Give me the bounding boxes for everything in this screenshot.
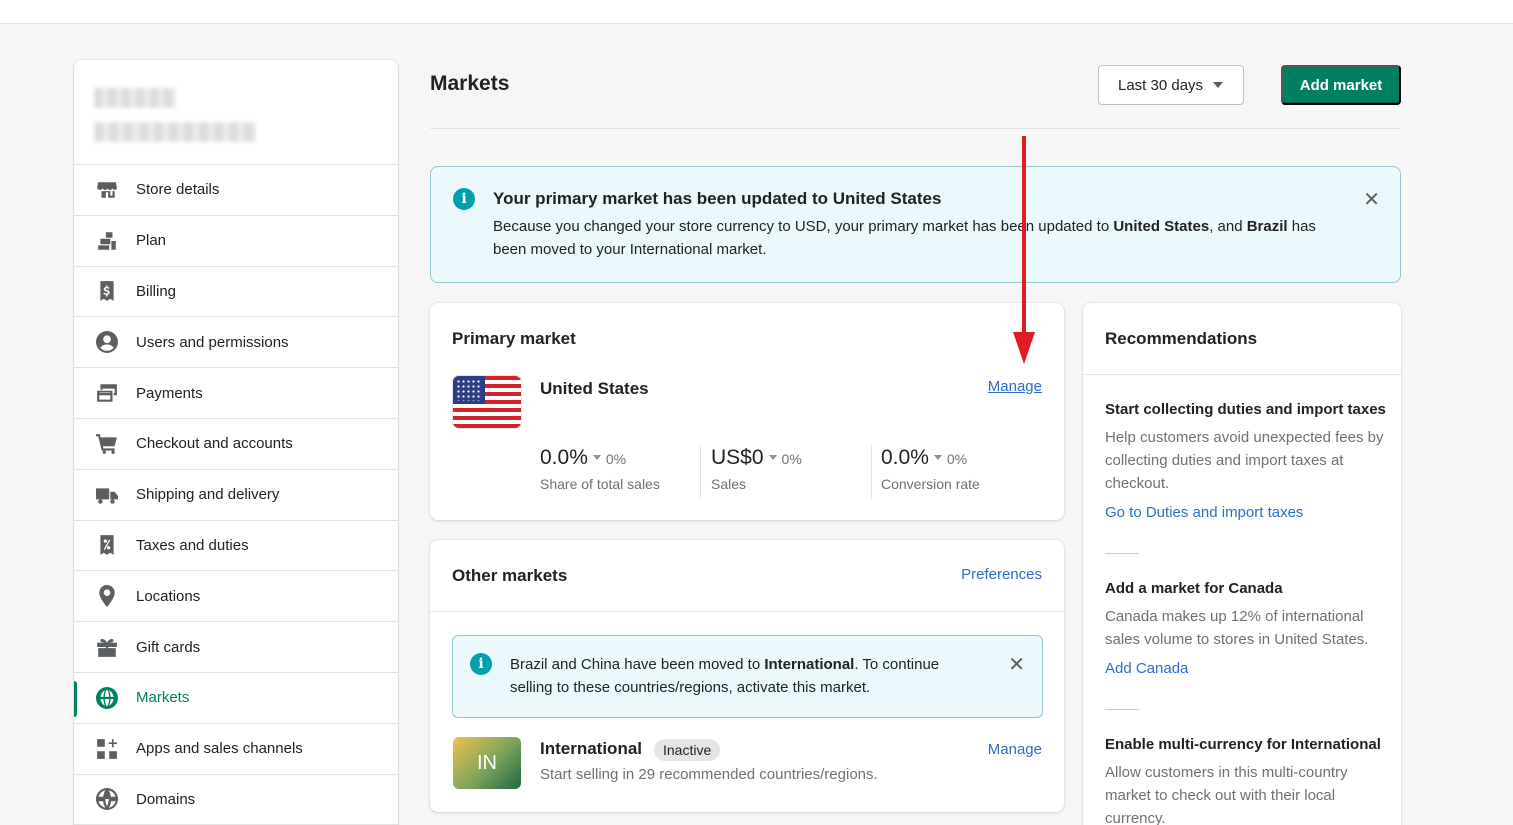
sidebar-item-locations[interactable]: Locations bbox=[74, 571, 398, 623]
sidebar-item-gift-cards[interactable]: Gift cards bbox=[74, 622, 398, 673]
sidebar-item-label: Locations bbox=[136, 587, 201, 605]
banner-title: Your primary market has been updated to … bbox=[493, 189, 942, 208]
market-subtitle: Start selling in 29 recommended countrie… bbox=[540, 766, 878, 783]
manage-international-link[interactable]: Manage bbox=[988, 741, 1042, 758]
metric-divider bbox=[871, 445, 872, 499]
sidebar-item-taxes[interactable]: Taxes and duties bbox=[74, 521, 398, 572]
recommendation-divider bbox=[1105, 709, 1139, 710]
other-markets-card: Other markets Preferences i Brazil and C… bbox=[430, 540, 1064, 812]
billing-icon bbox=[95, 279, 119, 303]
sidebar-item-label: Users and permissions bbox=[136, 333, 289, 351]
sidebar-item-label: Taxes and duties bbox=[136, 536, 249, 554]
top-bar bbox=[0, 0, 1513, 24]
sidebar-item-label: Shipping and delivery bbox=[136, 486, 280, 504]
payments-icon bbox=[95, 381, 119, 405]
sidebar-item-domains[interactable]: Domains bbox=[74, 775, 398, 825]
status-badge: Inactive bbox=[654, 739, 721, 761]
sidebar-item-plan[interactable]: Plan bbox=[74, 216, 398, 267]
redacted-store-name bbox=[94, 88, 176, 108]
metric-sales: US$0 0% Sales bbox=[711, 446, 802, 492]
notice-text: Brazil and China have been moved to Inte… bbox=[510, 656, 940, 696]
primary-market-card: Primary market United States Manage 0.0%… bbox=[430, 303, 1064, 520]
recommendations-card: Recommendations Start collecting duties … bbox=[1083, 303, 1401, 825]
gift-icon bbox=[95, 635, 119, 659]
caret-down-icon bbox=[1213, 82, 1224, 88]
primary-market-updated-banner: i Your primary market has been updated t… bbox=[430, 166, 1401, 283]
sidebar-item-checkout[interactable]: Checkout and accounts bbox=[74, 419, 398, 470]
settings-sidebar: Store details Plan Billing Users and per… bbox=[74, 60, 398, 825]
sidebar-item-payments[interactable]: Payments bbox=[74, 368, 398, 419]
add-canada-link[interactable]: Add Canada bbox=[1105, 660, 1390, 677]
user-icon bbox=[95, 330, 119, 354]
international-market-badge: IN bbox=[453, 737, 521, 789]
primary-country-name: United States bbox=[540, 379, 649, 398]
recommendation-text: Help customers avoid unexpected fees by … bbox=[1105, 429, 1384, 492]
redacted-store-url bbox=[94, 122, 256, 142]
preferences-link[interactable]: Preferences bbox=[961, 566, 1042, 583]
cart-icon bbox=[95, 432, 119, 456]
trend-down-icon bbox=[768, 455, 777, 460]
recommendation-title: Enable multi-currency for International bbox=[1105, 736, 1381, 753]
add-market-button[interactable]: Add market bbox=[1281, 65, 1401, 105]
metric-divider bbox=[700, 445, 701, 499]
metric-conversion-rate: 0.0% 0% Conversion rate bbox=[881, 446, 980, 492]
recommendation-item: Add a market for Canada Canada makes up … bbox=[1105, 580, 1390, 677]
sidebar-item-users[interactable]: Users and permissions bbox=[74, 317, 398, 369]
card-title: Primary market bbox=[452, 329, 576, 348]
tax-icon bbox=[95, 533, 119, 557]
plan-icon bbox=[95, 229, 119, 253]
trend-down-icon bbox=[933, 455, 942, 460]
manage-primary-market-link[interactable]: Manage bbox=[988, 378, 1042, 395]
banner-text: Because you changed your store currency … bbox=[493, 218, 1316, 258]
card-divider bbox=[430, 611, 1064, 612]
info-icon: i bbox=[453, 188, 475, 210]
close-icon[interactable]: ✕ bbox=[1363, 190, 1380, 210]
recommendation-text: Canada makes up 12% of international sal… bbox=[1105, 608, 1369, 648]
sidebar-item-label: Billing bbox=[136, 282, 177, 300]
sidebar-item-billing[interactable]: Billing bbox=[74, 267, 398, 318]
info-icon: i bbox=[470, 653, 492, 675]
location-pin-icon bbox=[95, 584, 119, 608]
sidebar-item-label: Gift cards bbox=[136, 638, 201, 656]
markets-moved-notice: i Brazil and China have been moved to In… bbox=[452, 635, 1043, 718]
sidebar-item-shipping[interactable]: Shipping and delivery bbox=[74, 470, 398, 521]
sidebar-item-markets[interactable]: Markets bbox=[74, 673, 398, 724]
duties-link[interactable]: Go to Duties and import taxes bbox=[1105, 504, 1390, 521]
recommendation-item: Start collecting duties and import taxes… bbox=[1105, 401, 1390, 521]
sidebar-item-store-details[interactable]: Store details bbox=[74, 165, 398, 216]
recommendation-text: Allow customers in this multi-country ma… bbox=[1105, 764, 1348, 825]
globe-icon bbox=[95, 686, 119, 710]
store-icon bbox=[95, 178, 119, 202]
sidebar-item-label: Payments bbox=[136, 384, 203, 402]
apps-icon bbox=[95, 737, 119, 761]
sidebar-item-label: Apps and sales channels bbox=[136, 740, 303, 758]
recommendation-title: Start collecting duties and import taxes bbox=[1105, 401, 1386, 418]
store-account-header[interactable] bbox=[74, 60, 398, 165]
close-icon[interactable]: ✕ bbox=[1008, 655, 1025, 675]
card-divider bbox=[1083, 374, 1401, 375]
recommendation-title: Add a market for Canada bbox=[1105, 580, 1283, 597]
recommendation-divider bbox=[1105, 553, 1139, 554]
sidebar-item-label: Plan bbox=[136, 232, 167, 250]
recommendation-item: Enable multi-currency for International … bbox=[1105, 736, 1390, 825]
header-divider bbox=[430, 128, 1401, 129]
date-range-label: Last 30 days bbox=[1118, 76, 1204, 94]
date-range-selector[interactable]: Last 30 days bbox=[1098, 65, 1244, 105]
trend-down-icon bbox=[592, 455, 601, 460]
page-title: Markets bbox=[430, 72, 510, 95]
sidebar-item-label: Checkout and accounts bbox=[136, 435, 293, 453]
card-title: Recommendations bbox=[1105, 329, 1258, 348]
sidebar-item-label: Store details bbox=[136, 181, 220, 199]
market-name: International bbox=[540, 739, 643, 758]
card-title: Other markets bbox=[452, 566, 568, 585]
sidebar-item-apps[interactable]: Apps and sales channels bbox=[74, 724, 398, 775]
domain-globe-icon bbox=[95, 787, 119, 811]
sidebar-item-label: Markets bbox=[136, 689, 190, 707]
truck-icon bbox=[95, 483, 119, 507]
us-flag-icon bbox=[453, 376, 521, 428]
metric-share-of-sales: 0.0% 0% Share of total sales bbox=[540, 446, 660, 492]
sidebar-item-label: Domains bbox=[136, 790, 196, 808]
